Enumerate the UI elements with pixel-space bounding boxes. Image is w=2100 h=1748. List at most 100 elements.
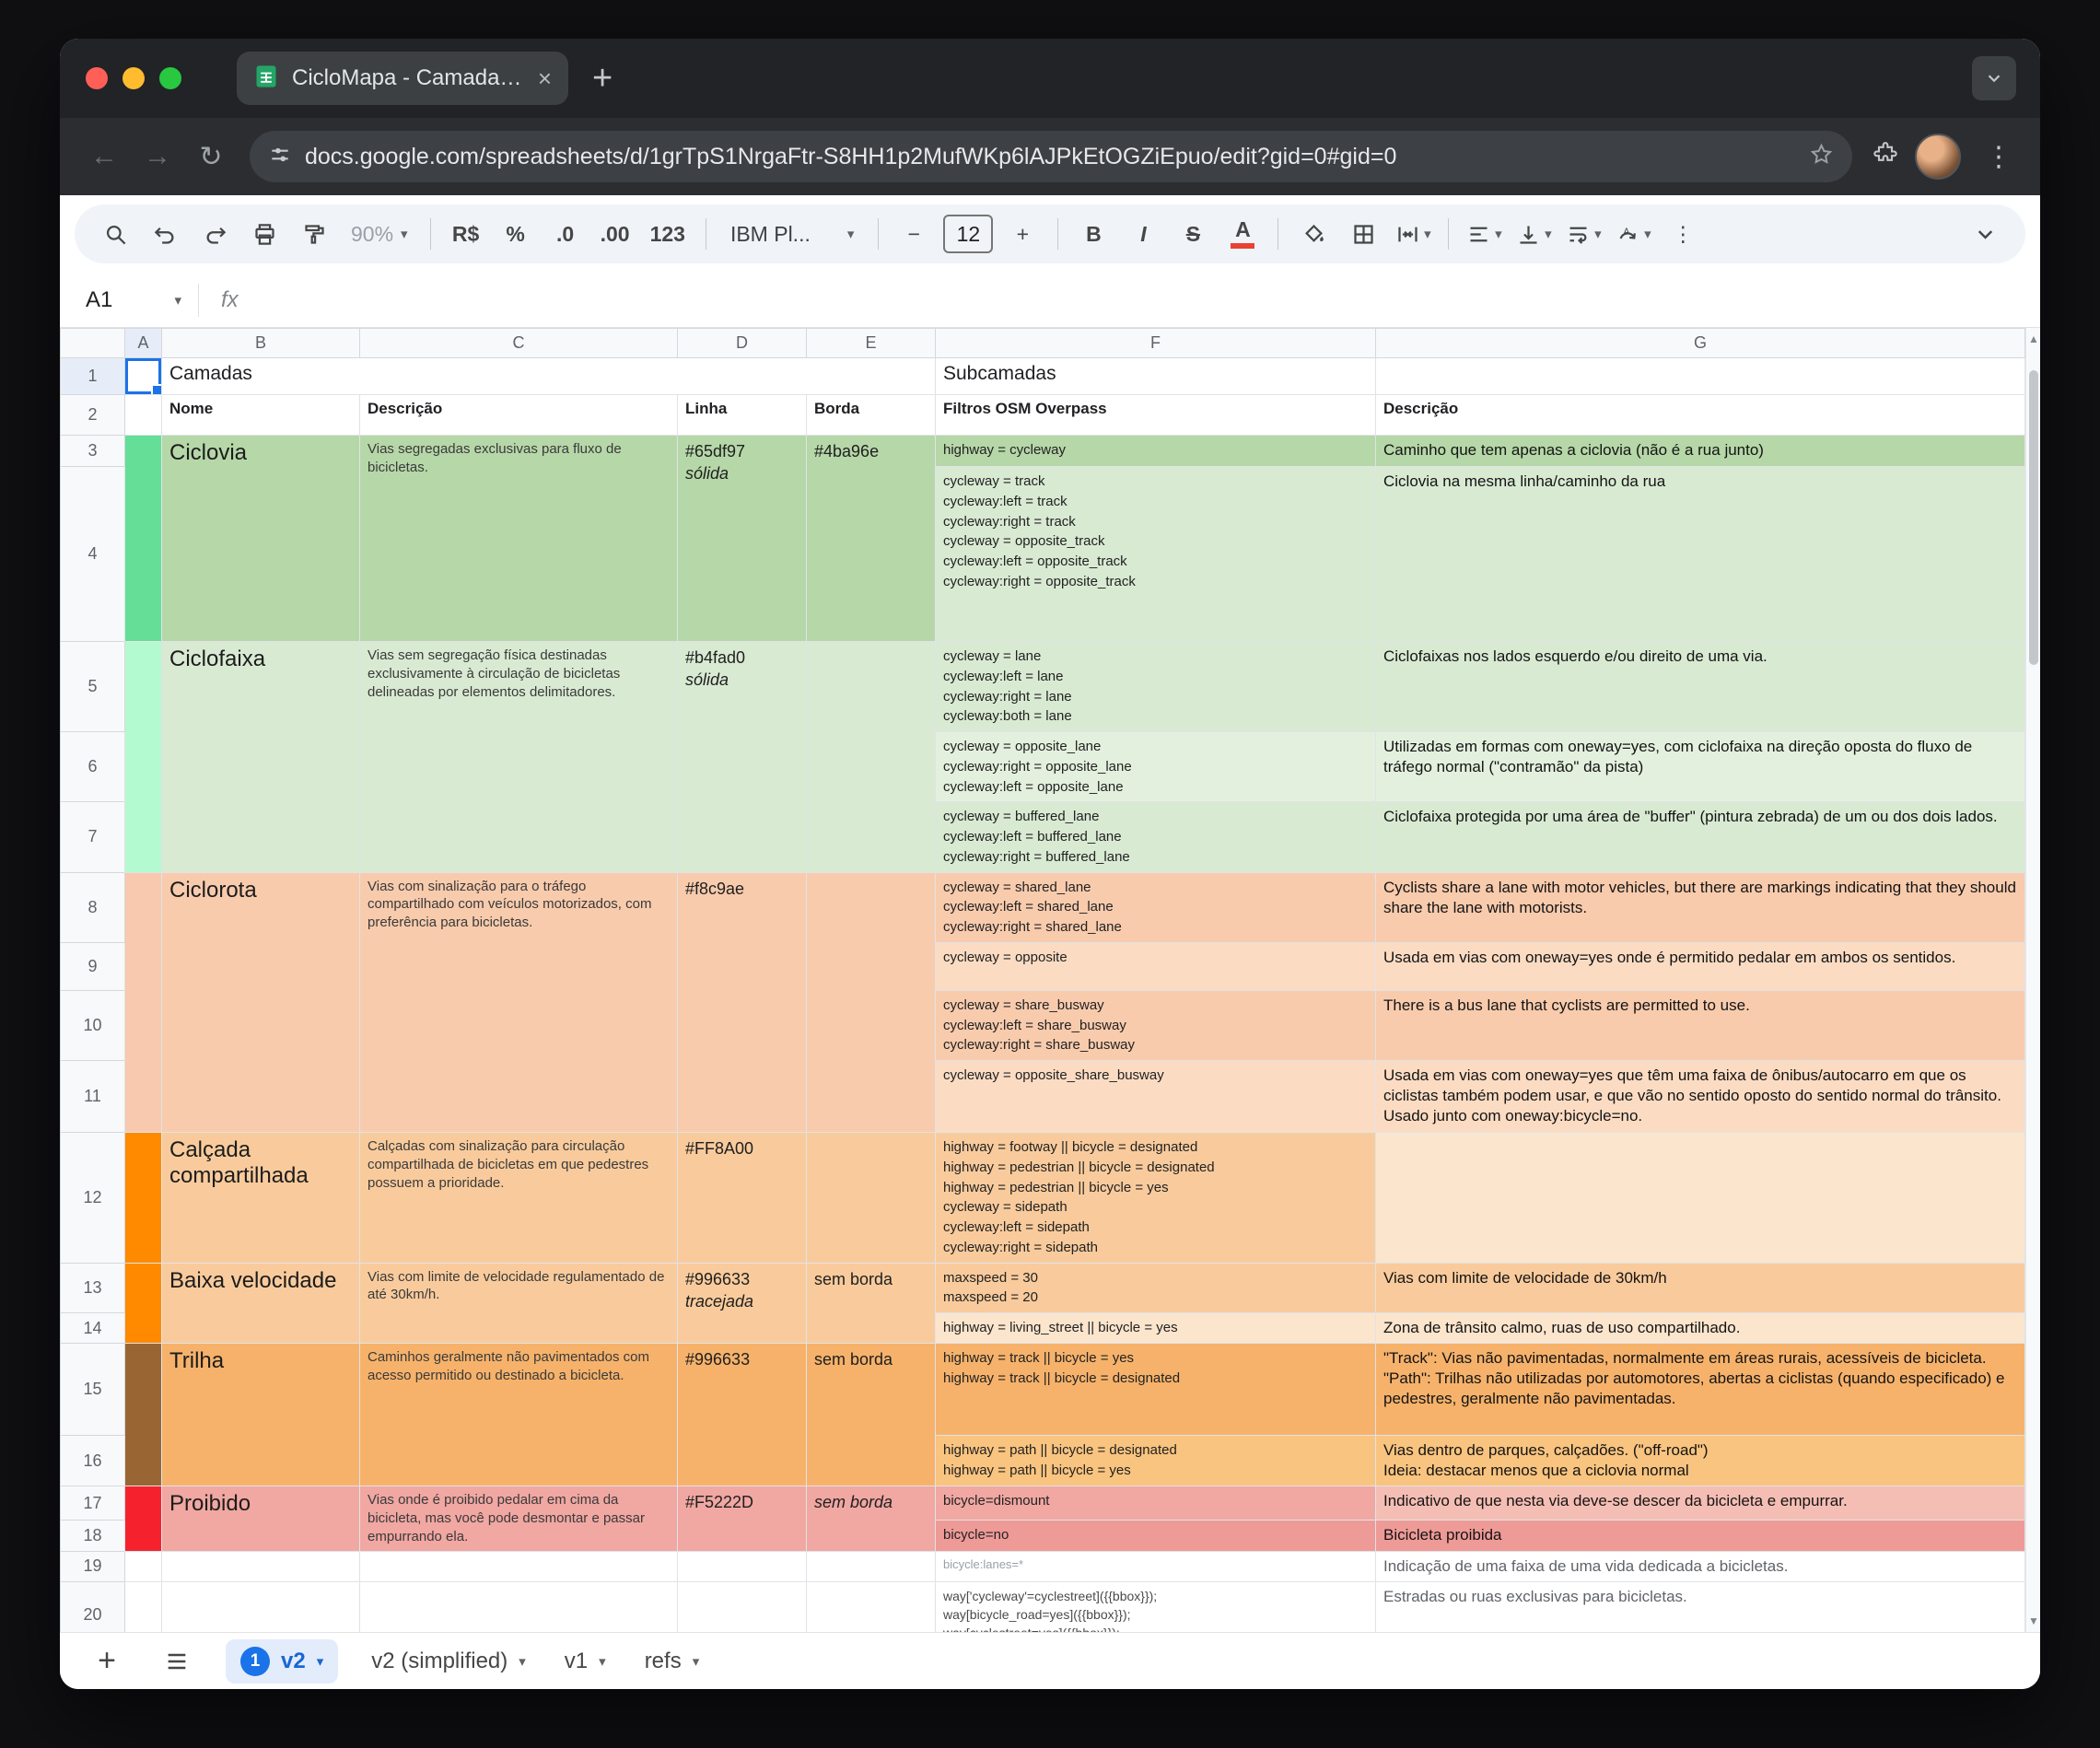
text-rotation-button[interactable]: A ▾ (1613, 212, 1653, 256)
header-descricao[interactable]: Descrição (360, 395, 678, 436)
cell[interactable] (360, 1551, 678, 1581)
filters-cell[interactable]: highway = footway || bicycle = designate… (936, 1133, 1376, 1264)
group-name-cell[interactable]: Ciclofaixa (162, 642, 360, 873)
row-header-16[interactable]: 16 (61, 1436, 125, 1486)
filters-cell[interactable]: highway = path || bicycle = designated h… (936, 1436, 1376, 1486)
row-header-1[interactable]: 1 (61, 358, 125, 395)
group-name-cell[interactable]: Proibido (162, 1486, 360, 1551)
header-borda[interactable]: Borda (807, 395, 936, 436)
filters-cell[interactable]: cycleway = track cycleway:left = track c… (936, 467, 1376, 642)
close-tab-icon[interactable]: × (538, 66, 552, 90)
filters-cell[interactable]: cycleway = opposite (936, 942, 1376, 990)
group-desc-cell[interactable]: Caminhos geralmente não pavimentados com… (360, 1344, 678, 1486)
layer-color-strip[interactable] (125, 1263, 162, 1344)
group-name-cell[interactable]: Ciclovia (162, 436, 360, 642)
tab-search-button[interactable] (1972, 56, 2016, 100)
borda-cell[interactable]: sem borda (807, 1486, 936, 1551)
layer-color-strip[interactable] (125, 436, 162, 642)
bookmark-star-icon[interactable] (1809, 142, 1834, 171)
fullscreen-window-button[interactable] (159, 67, 181, 89)
sheet-tab-v2-simplified[interactable]: v2 (simplified) ▾ (366, 1641, 531, 1682)
sheet-tab-v2-active[interactable]: 1 v2 ▾ (226, 1639, 338, 1684)
cell[interactable] (678, 1551, 807, 1581)
text-color-button[interactable]: A (1222, 212, 1263, 256)
row-header-8[interactable]: 8 (61, 872, 125, 942)
filters-cell[interactable]: cycleway = lane cycleway:left = lane cyc… (936, 642, 1376, 732)
subdesc-cell[interactable]: Indicativo de que nesta via deve-se desc… (1376, 1486, 2025, 1521)
subdesc-cell[interactable]: Cyclists share a lane with motor vehicle… (1376, 872, 2025, 942)
group-desc-cell[interactable]: Vias onde é proibido pedalar em cima da … (360, 1486, 678, 1551)
filters-cell[interactable]: cycleway = opposite_lane cycleway:right … (936, 732, 1376, 802)
group-desc-cell[interactable]: Vias segregadas exclusivas para fluxo de… (360, 436, 678, 642)
col-header-A[interactable]: A (125, 329, 162, 358)
row-header-9[interactable]: 9 (61, 942, 125, 990)
more-toolbar-button[interactable]: ⋮ (1662, 212, 1703, 256)
cell-A1-selected[interactable] (125, 358, 162, 395)
cell[interactable] (360, 1581, 678, 1632)
row-header-5[interactable]: 5 (61, 642, 125, 732)
select-all-corner[interactable] (61, 329, 125, 358)
browser-tab[interactable]: CicloMapa - Camadas, tags & × (237, 52, 568, 105)
search-menus-button[interactable] (95, 212, 135, 256)
horizontal-align-button[interactable]: ▾ (1464, 212, 1504, 256)
row-header-4[interactable]: 4 (61, 467, 125, 642)
print-button[interactable] (244, 212, 285, 256)
header-linha[interactable]: Linha (678, 395, 807, 436)
extensions-icon[interactable] (1872, 142, 1898, 172)
linha-cell[interactable]: #996633 tracejada (678, 1263, 807, 1344)
group-desc-cell[interactable]: Vias com limite de velocidade regulament… (360, 1263, 678, 1344)
group-desc-cell[interactable]: Vias sem segregação física destinadas ex… (360, 642, 678, 873)
strikethrough-button[interactable]: S (1172, 212, 1213, 256)
group-name-cell[interactable]: Trilha (162, 1344, 360, 1486)
row-header-20[interactable]: 20 (61, 1581, 125, 1632)
redo-button[interactable] (194, 212, 235, 256)
subdesc-cell[interactable]: Indicação de uma faixa de uma vida dedic… (1376, 1551, 2025, 1581)
minimize-window-button[interactable] (122, 67, 145, 89)
filters-cell[interactable]: cycleway = buffered_lane cycleway:left =… (936, 802, 1376, 872)
site-settings-icon[interactable] (268, 143, 292, 171)
subdesc-cell[interactable] (1376, 1133, 2025, 1264)
new-tab-button[interactable]: + (592, 59, 612, 99)
cell-camadas-title[interactable]: Camadas (162, 358, 936, 395)
vertical-scrollbar[interactable]: ▲ ▼ (2025, 328, 2040, 1632)
filters-cell[interactable]: highway = cycleway (936, 436, 1376, 467)
borda-cell[interactable]: #4ba96e (807, 436, 936, 642)
increase-font-size-button[interactable]: + (1002, 212, 1043, 256)
header-nome[interactable]: Nome (162, 395, 360, 436)
row-header-3[interactable]: 3 (61, 436, 125, 467)
row-header-14[interactable]: 14 (61, 1313, 125, 1344)
borda-cell[interactable] (807, 1133, 936, 1264)
row-header-18[interactable]: 18 (61, 1520, 125, 1551)
borders-button[interactable] (1343, 212, 1383, 256)
row-header-15[interactable]: 15 (61, 1344, 125, 1436)
row-header-10[interactable]: 10 (61, 990, 125, 1060)
row-header-6[interactable]: 6 (61, 732, 125, 802)
subdesc-cell[interactable]: Usada em vias com oneway=yes onde é perm… (1376, 942, 2025, 990)
cell-subcamadas-title[interactable]: Subcamadas (936, 358, 1376, 395)
zoom-select[interactable]: 90% ▾ (344, 222, 415, 247)
sheet-tab-refs[interactable]: refs ▾ (639, 1641, 706, 1682)
col-header-E[interactable]: E (807, 329, 936, 358)
cell[interactable] (125, 1551, 162, 1581)
sheet-tab-v1[interactable]: v1 ▾ (559, 1641, 612, 1682)
italic-button[interactable]: I (1123, 212, 1163, 256)
layer-color-strip[interactable] (125, 872, 162, 1133)
col-header-D[interactable]: D (678, 329, 807, 358)
subdesc-cell[interactable]: Utilizadas em formas com oneway=yes, com… (1376, 732, 2025, 802)
col-header-G[interactable]: G (1376, 329, 2025, 358)
borda-cell[interactable] (807, 872, 936, 1133)
filters-cell[interactable]: bicycle:lanes=* (936, 1551, 1376, 1581)
subdesc-cell[interactable]: Vias dentro de parques, calçadões. ("off… (1376, 1436, 2025, 1486)
filters-cell[interactable]: bicycle=no (936, 1520, 1376, 1551)
group-name-cell[interactable]: Calçada compartilhada (162, 1133, 360, 1264)
cell[interactable] (807, 1551, 936, 1581)
borda-cell[interactable]: sem borda (807, 1263, 936, 1344)
undo-button[interactable] (145, 212, 185, 256)
row-header-2[interactable]: 2 (61, 395, 125, 436)
row-header-13[interactable]: 13 (61, 1263, 125, 1313)
row-header-19[interactable]: 19 (61, 1551, 125, 1581)
borda-cell[interactable] (807, 642, 936, 873)
decrease-font-size-button[interactable]: − (893, 212, 934, 256)
row-header-7[interactable]: 7 (61, 802, 125, 872)
filters-cell[interactable]: way['cycleway'=cyclestreet]({{bbox}}); w… (936, 1581, 1376, 1632)
